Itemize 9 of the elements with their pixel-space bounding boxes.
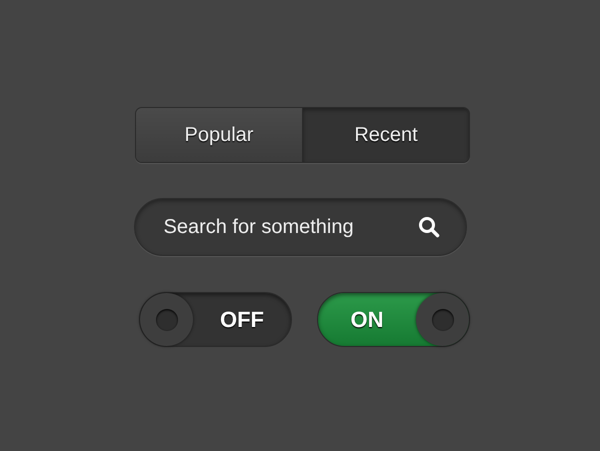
toggle-switch[interactable]: ON [317, 292, 470, 347]
search-icon[interactable] [418, 216, 440, 238]
search-bar[interactable]: Search for something [134, 198, 466, 256]
tab[interactable]: Popular [136, 108, 302, 162]
knob-icon [140, 293, 193, 346]
knob-icon [416, 293, 469, 346]
toggle-switch[interactable]: OFF [139, 292, 292, 347]
search-field[interactable]: Search for something [162, 214, 418, 240]
tab[interactable]: Recent [302, 108, 469, 162]
